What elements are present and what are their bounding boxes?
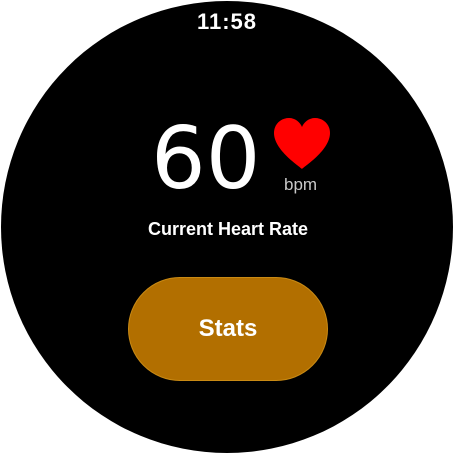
status-time: 11:58 — [196, 9, 258, 34]
watch-face: 11:58 60 bpm Current Heart Rate Stats — [1, 1, 453, 453]
heart-rate-caption: Current Heart Rate — [147, 219, 309, 239]
heart-icon — [274, 118, 330, 169]
heart-rate-unit: bpm — [284, 175, 318, 194]
stats-button[interactable]: Stats — [128, 277, 328, 381]
heart-rate-value: 60 — [151, 109, 261, 209]
